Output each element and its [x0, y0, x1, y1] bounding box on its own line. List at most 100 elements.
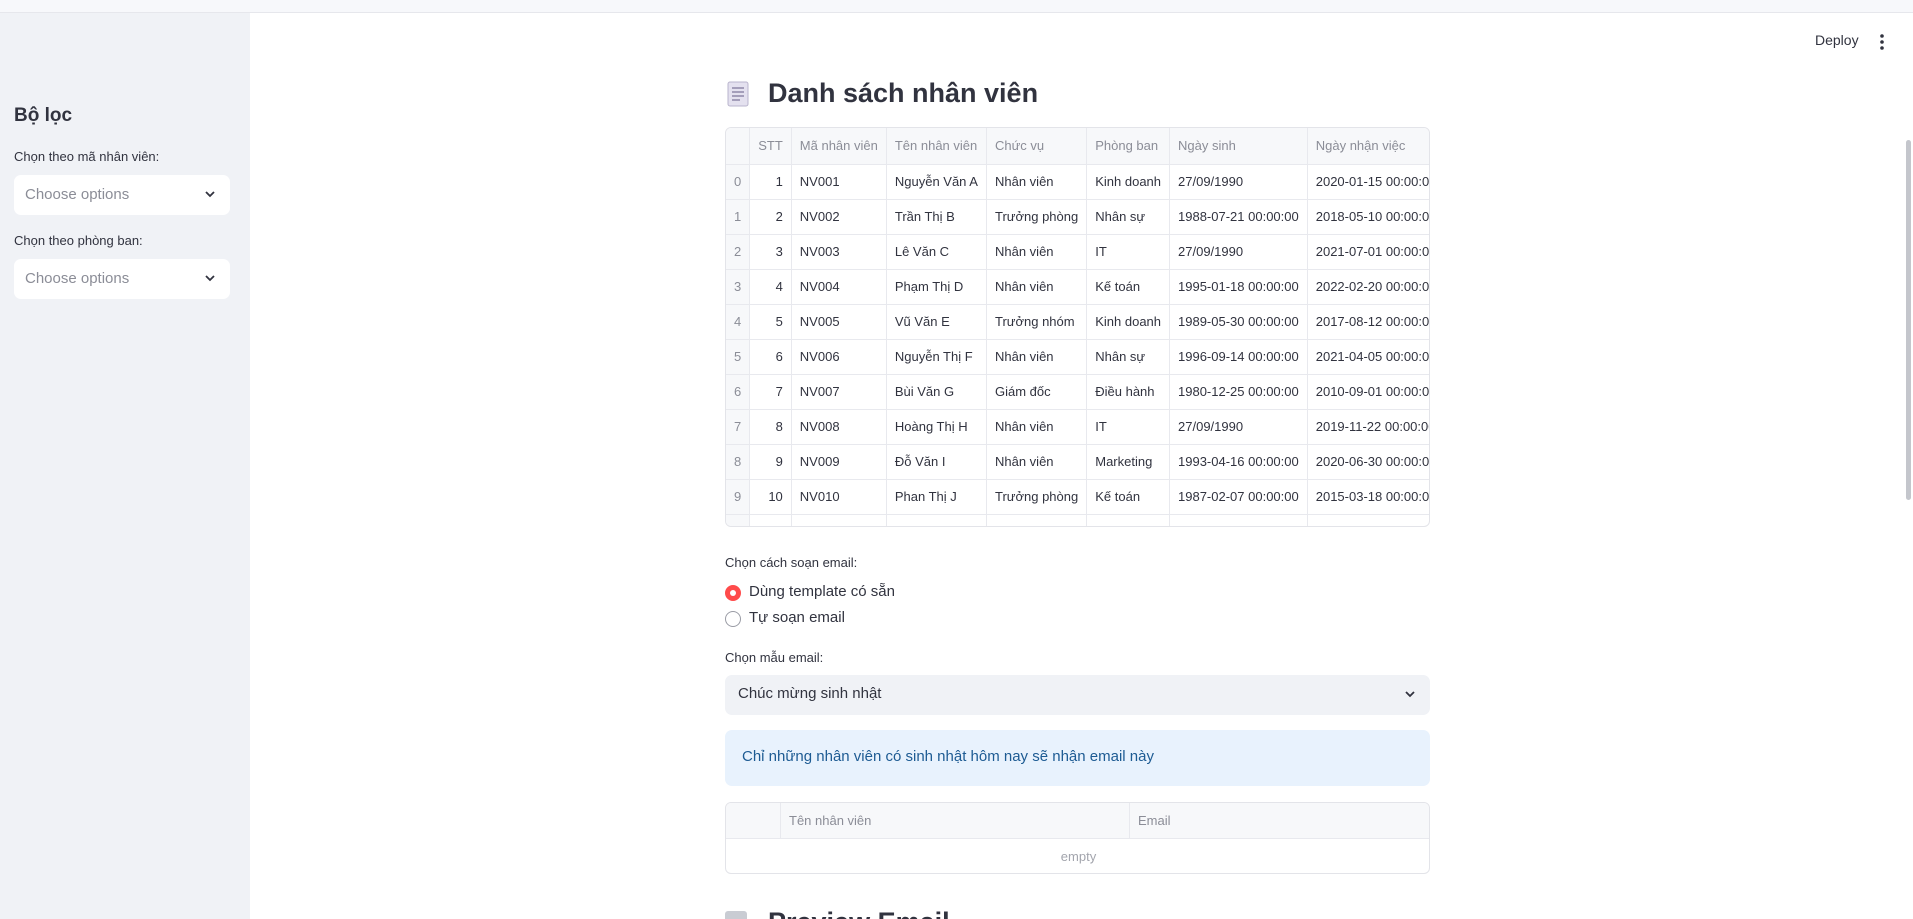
radio-button[interactable]: [725, 611, 741, 627]
cell-hire-date[interactable]: 2019-11-22 00:00:00: [1307, 409, 1429, 445]
radio-compose-manually[interactable]: Tự soạn email: [725, 607, 1125, 629]
cell-department[interactable]: Nhân sự: [1086, 339, 1171, 375]
table-row[interactable]: 1 2 NV002 Trần Thị B Trưởng phòng Nhân sự 1988…: [726, 199, 1429, 235]
cell-employee-id[interactable]: NV006: [791, 339, 887, 375]
cell-stt[interactable]: 4: [749, 269, 792, 305]
cell-birth-date[interactable]: 1995-01-18 00:00:00: [1169, 269, 1308, 305]
column-header-email[interactable]: Email: [1130, 803, 1429, 839]
cell-employee-id[interactable]: NV005: [791, 304, 887, 340]
cell-employee-id[interactable]: NV010: [791, 479, 887, 515]
column-header-position[interactable]: Chức vụ: [986, 128, 1088, 165]
table-row[interactable]: 4 5 NV005 Vũ Văn E Trưởng nhóm Kinh doanh 1989…: [726, 304, 1429, 340]
cell-position[interactable]: Trưởng phòng: [986, 199, 1088, 235]
cell-employee-name[interactable]: Phạm Thị D: [886, 269, 987, 305]
cell-stt[interactable]: 9: [749, 444, 792, 480]
cell-birth-date[interactable]: 27/09/1990: [1169, 409, 1308, 445]
cell-position[interactable]: Nhân viên: [986, 339, 1088, 375]
cell-employee-name[interactable]: Trần Thị B: [886, 199, 987, 235]
cell-employee-id[interactable]: NV007: [791, 374, 887, 410]
page-scrollbar[interactable]: [1906, 140, 1911, 500]
cell-stt[interactable]: 2: [749, 199, 792, 235]
cell-index[interactable]: 5: [726, 339, 751, 375]
table-cell[interactable]: [1169, 514, 1308, 526]
employee-dataframe[interactable]: STT Mã nhân viên Tên nhân viên Chức vụ P…: [725, 127, 1430, 527]
cell-department[interactable]: IT: [1086, 234, 1171, 270]
column-header-employee-name[interactable]: Tên nhân viên: [781, 803, 1130, 839]
table-cell[interactable]: [791, 514, 887, 526]
cell-index[interactable]: 8: [726, 444, 751, 480]
column-header-index[interactable]: [726, 128, 751, 165]
cell-index[interactable]: 9: [726, 479, 751, 515]
cell-employee-id[interactable]: NV002: [791, 199, 887, 235]
cell-birth-date[interactable]: 27/09/1990: [1169, 234, 1308, 270]
table-cell[interactable]: [749, 514, 792, 526]
table-row[interactable]: 3 4 NV004 Phạm Thị D Nhân viên Kế toán 1995-01…: [726, 269, 1429, 305]
cell-position[interactable]: Nhân viên: [986, 234, 1088, 270]
cell-birth-date[interactable]: 1980-12-25 00:00:00: [1169, 374, 1308, 410]
cell-department[interactable]: Kế toán: [1086, 269, 1171, 305]
table-row[interactable]: 7 8 NV008 Hoàng Thị H Nhân viên IT 27/09/1990 2…: [726, 409, 1429, 445]
cell-department[interactable]: IT: [1086, 409, 1171, 445]
table-cell[interactable]: [1307, 514, 1429, 526]
radio-use-template[interactable]: Dùng template có sẵn: [725, 581, 1125, 603]
cell-department[interactable]: Điều hành: [1086, 374, 1171, 410]
cell-employee-name[interactable]: Lê Văn C: [886, 234, 987, 270]
table-cell[interactable]: [986, 514, 1088, 526]
table-row[interactable]: 0 1 NV001 Nguyễn Văn A Nhân viên Kinh doanh 27…: [726, 164, 1429, 200]
cell-position[interactable]: Nhân viên: [986, 444, 1088, 480]
cell-department[interactable]: Kế toán: [1086, 479, 1171, 515]
cell-position[interactable]: Trưởng nhóm: [986, 304, 1088, 340]
cell-hire-date[interactable]: 2018-05-10 00:00:00: [1307, 199, 1429, 235]
cell-index[interactable]: 1: [726, 199, 751, 235]
column-header-employee-name[interactable]: Tên nhân viên: [886, 128, 987, 165]
cell-employee-name[interactable]: Hoàng Thị H: [886, 409, 987, 445]
cell-birth-date[interactable]: 27/09/1990: [1169, 164, 1308, 200]
cell-stt[interactable]: 7: [749, 374, 792, 410]
cell-index[interactable]: 4: [726, 304, 751, 340]
cell-hire-date[interactable]: 2017-08-12 00:00:00: [1307, 304, 1429, 340]
cell-hire-date[interactable]: 2022-02-20 00:00:00: [1307, 269, 1429, 305]
cell-stt[interactable]: 8: [749, 409, 792, 445]
table-row[interactable]: 6 7 NV007 Bùi Văn G Giám đốc Điều hành 1980-12…: [726, 374, 1429, 410]
cell-employee-id[interactable]: NV008: [791, 409, 887, 445]
cell-hire-date[interactable]: 2021-07-01 00:00:00: [1307, 234, 1429, 270]
radio-button-selected[interactable]: [725, 585, 741, 601]
table-row[interactable]: 2 3 NV003 Lê Văn C Nhân viên IT 27/09/1990 2021…: [726, 234, 1429, 270]
cell-index[interactable]: 7: [726, 409, 751, 445]
table-cell[interactable]: [886, 514, 987, 526]
cell-index[interactable]: 3: [726, 269, 751, 305]
cell-index[interactable]: 0: [726, 164, 751, 200]
table-cell[interactable]: [1086, 514, 1171, 526]
table-cell[interactable]: [726, 514, 751, 526]
cell-position[interactable]: Trưởng phòng: [986, 479, 1088, 515]
column-header-stt[interactable]: STT: [749, 128, 792, 165]
cell-hire-date[interactable]: 2021-04-05 00:00:00: [1307, 339, 1429, 375]
cell-hire-date[interactable]: 2010-09-01 00:00:00: [1307, 374, 1429, 410]
cell-position[interactable]: Nhân viên: [986, 409, 1088, 445]
deploy-button[interactable]: Deploy: [1815, 32, 1859, 48]
cell-index[interactable]: 6: [726, 374, 751, 410]
table-row[interactable]: 9 10 NV010 Phan Thị J Trưởng phòng Kế toán 198…: [726, 479, 1429, 515]
department-multiselect[interactable]: Choose options: [14, 259, 230, 299]
cell-department[interactable]: Nhân sự: [1086, 199, 1171, 235]
cell-employee-name[interactable]: Đỗ Văn I: [886, 444, 987, 480]
column-header-hire-date[interactable]: Ngày nhận việc: [1307, 128, 1429, 165]
cell-employee-name[interactable]: Nguyễn Thị F: [886, 339, 987, 375]
cell-employee-id[interactable]: NV004: [791, 269, 887, 305]
cell-position[interactable]: Giám đốc: [986, 374, 1088, 410]
column-header-birth-date[interactable]: Ngày sinh: [1169, 128, 1308, 165]
cell-stt[interactable]: 1: [749, 164, 792, 200]
cell-employee-name[interactable]: Vũ Văn E: [886, 304, 987, 340]
cell-index[interactable]: 2: [726, 234, 751, 270]
cell-birth-date[interactable]: 1993-04-16 00:00:00: [1169, 444, 1308, 480]
cell-stt[interactable]: 5: [749, 304, 792, 340]
cell-employee-name[interactable]: Phan Thị J: [886, 479, 987, 515]
cell-hire-date[interactable]: 2020-01-15 00:00:00: [1307, 164, 1429, 200]
cell-hire-date[interactable]: 2015-03-18 00:00:00: [1307, 479, 1429, 515]
cell-stt[interactable]: 6: [749, 339, 792, 375]
cell-birth-date[interactable]: 1996-09-14 00:00:00: [1169, 339, 1308, 375]
cell-birth-date[interactable]: 1988-07-21 00:00:00: [1169, 199, 1308, 235]
cell-department[interactable]: Kinh doanh: [1086, 304, 1171, 340]
cell-hire-date[interactable]: 2020-06-30 00:00:00: [1307, 444, 1429, 480]
column-header-department[interactable]: Phòng ban: [1086, 128, 1171, 165]
